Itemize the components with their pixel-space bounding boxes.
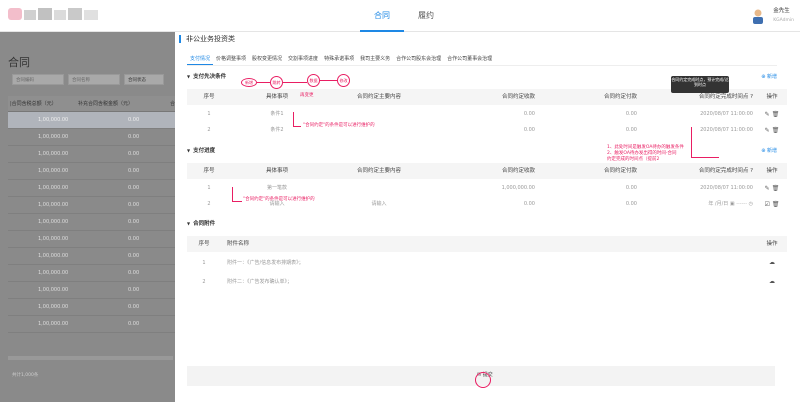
add-button[interactable]: ⊕ 新增 — [761, 146, 777, 156]
section-attachments: ▼ 合同附件 序号 附件名称 操作 1 附件一：《广告/信息发布排期表》； ☁ 2… — [187, 219, 787, 290]
help-icon[interactable]: ? — [750, 94, 753, 100]
section-header[interactable]: ▼ 合同附件 — [187, 219, 787, 229]
tab-performance[interactable]: 履约 — [404, 0, 448, 32]
table-row[interactable]: 1,00,000.00 0.00 — [8, 282, 175, 299]
tab-special-commit[interactable]: 特殊承诺事项 — [321, 53, 357, 65]
col-header: 补充合同含税金额（元） — [78, 101, 134, 107]
tab-equity-change[interactable]: 股权变更情况 — [249, 53, 285, 65]
annotation-line — [257, 82, 270, 83]
contract-name-input[interactable]: 合同名称 — [68, 74, 120, 85]
table-row[interactable]: 1,00,000.00 0.00 — [8, 129, 175, 146]
help-icon[interactable]: ? — [750, 168, 753, 174]
table-row: 1 第一笔款 1,000,000.00 0.00 2020/08/07 11:0… — [187, 182, 787, 195]
panel-title: 非公业务投资类 — [179, 35, 235, 43]
detail-drawer: 非公业务投资类 支付情况 价格调整事项 股权变更情况 交割事项进度 特殊承诺事项… — [175, 32, 800, 402]
tab-payment[interactable]: 支付情况 — [187, 53, 214, 65]
annotation-note: 再变更 — [300, 93, 314, 98]
col-header: |合同含税总额（元） — [10, 101, 57, 107]
filter-bar: 合同编码 合同名称 合同状态 — [12, 74, 168, 85]
tooltip: 合同约定完成时点，预计完成/达到时点 — [671, 76, 729, 93]
annotation-line — [691, 127, 692, 157]
annotation-line — [283, 82, 307, 83]
contract-list-panel: 合同 合同编码 合同名称 合同状态 |合同含税总额（元） 补充合同含税金额（元）… — [0, 32, 175, 402]
recv-input[interactable]: 0.00 — [435, 198, 537, 211]
calendar-icon[interactable]: ▣ — [730, 201, 735, 207]
col-header: 合 — [170, 101, 176, 107]
table-row[interactable]: 1,00,000.00 0.00 — [8, 214, 175, 231]
delete-icon[interactable]: 🗑 — [772, 108, 780, 121]
add-button[interactable]: ⊕ 新增 — [761, 72, 777, 82]
table-row[interactable]: 1,00,000.00 0.00 — [8, 316, 175, 333]
table-row[interactable]: 1,00,000.00 0.00 — [8, 163, 175, 180]
table-row[interactable]: 1,00,000.00 0.00 — [8, 180, 175, 197]
annotation-line — [232, 201, 242, 202]
table-row[interactable]: 1,00,000.00 0.00 — [8, 248, 175, 265]
annotation-line — [320, 80, 337, 81]
pay-input[interactable]: 0.00 — [537, 198, 639, 211]
tab-delivery[interactable]: 交割事项进度 — [285, 53, 321, 65]
annotation-line — [293, 112, 294, 126]
edit-icon[interactable]: ✎ — [765, 124, 770, 137]
annotation-bubble: 跳转 — [270, 76, 283, 89]
annotation-bubble: 数据 — [307, 74, 320, 87]
page-title: 合同 — [8, 56, 30, 69]
table-header: 序号 具体事项 合同约定主要内容 合同约定收款 合同约定付款 合同约定完成时间点… — [187, 163, 787, 179]
table-row[interactable]: 1,00,000.00 0.00 — [8, 265, 175, 282]
table-row[interactable]: 1,00,000.00 0.00 — [8, 299, 175, 316]
table-row[interactable]: 1,00,000.00 0.00 — [8, 146, 175, 163]
user-name: 金先生 — [773, 8, 790, 14]
table-header: 序号 附件名称 操作 — [187, 236, 787, 252]
sub-tabs: 支付情况 价格调整事项 股权变更情况 交割事项进度 特殊承诺事项 我司主要义务 … — [187, 53, 777, 66]
edit-icon[interactable]: ✎ — [765, 182, 770, 195]
tab-shareholder[interactable]: 合作公司股东会治理 — [393, 53, 444, 65]
collapse-icon: ▼ — [187, 74, 191, 79]
delete-icon[interactable]: 🗑 — [772, 124, 780, 137]
user-menu[interactable]: 金先生 KGAdmin — [751, 4, 794, 28]
top-bar: 合同 履约 金先生 KGAdmin — [0, 0, 800, 32]
section-header[interactable]: ▼ 支付进度 — [187, 146, 787, 156]
user-role: KGAdmin — [773, 18, 794, 23]
annotation-bubble — [475, 372, 491, 388]
delete-icon[interactable]: 🗑 — [772, 182, 780, 195]
horizontal-scrollbar[interactable] — [8, 356, 173, 360]
annotation-line — [691, 157, 719, 158]
clock-icon[interactable]: ◷ — [749, 201, 753, 207]
collapse-icon: ▼ — [187, 221, 191, 226]
annotation-note: "合同约定"的条件是可以进行维护的 — [243, 197, 315, 202]
table-row[interactable]: 1,00,000.00 0.00 — [8, 231, 175, 248]
save-icon[interactable]: ☑ — [764, 198, 769, 211]
main-nav: 合同 履约 — [360, 0, 448, 32]
tab-obligation[interactable]: 我司主要义务 — [357, 53, 393, 65]
upload-cloud-icon[interactable]: ☁ — [769, 274, 775, 290]
upload-cloud-icon[interactable]: ☁ — [769, 255, 775, 271]
total-count: 共计1,000条 — [12, 373, 39, 378]
table-row: 1 条件1 0.00 0.00 2020/08/07 11:00:00 ✎ 🗑 — [187, 108, 787, 121]
avatar-icon — [753, 9, 764, 24]
contract-status-select[interactable]: 合同状态 — [124, 74, 164, 85]
date-input[interactable]: 年 /月/日 — [708, 201, 728, 207]
table-header: |合同含税总额（元） 补充合同含税金额（元） 合 — [8, 96, 175, 112]
annotation-note: "合同约定"的条件是可以进行维护的 — [303, 123, 375, 128]
table-row[interactable]: 1,00,000.00 0.00 — [8, 112, 175, 129]
annotation-line — [293, 126, 301, 127]
contract-table: |合同含税总额（元） 补充合同含税金额（元） 合 1,00,000.00 0.00… — [8, 96, 175, 333]
annotation-note: 1、此处时间是触发OA待办的触发条件 2、触发OA待办发出得的时间-合同 约定完… — [607, 145, 684, 162]
logo — [8, 6, 100, 22]
table-row: 2 条件2 0.00 0.00 2020/08/07 11:00:00 ✎ 🗑 — [187, 124, 787, 137]
tab-contract[interactable]: 合同 — [360, 0, 404, 32]
table-row: 1 附件一：《广告/信息发布排期表》； ☁ — [187, 255, 787, 271]
annotation-line — [232, 187, 233, 201]
tab-price-adjust[interactable]: 价格调整事项 — [213, 53, 249, 65]
table-row: 2 附件二：《广告发布确认单》； ☁ — [187, 274, 787, 290]
table-row[interactable]: 1,00,000.00 0.00 — [8, 197, 175, 214]
contract-no-input[interactable]: 合同编码 — [12, 74, 64, 85]
annotation-bubble: 新增 — [241, 78, 257, 87]
edit-icon[interactable]: ✎ — [765, 108, 770, 121]
annotation-bubble: 修改 — [337, 74, 350, 87]
tab-board[interactable]: 合作公司董事会治理 — [444, 53, 495, 65]
delete-icon[interactable]: 🗑 — [772, 198, 780, 211]
collapse-icon: ▼ — [187, 148, 191, 153]
content-input[interactable]: 请输入 — [323, 198, 435, 211]
